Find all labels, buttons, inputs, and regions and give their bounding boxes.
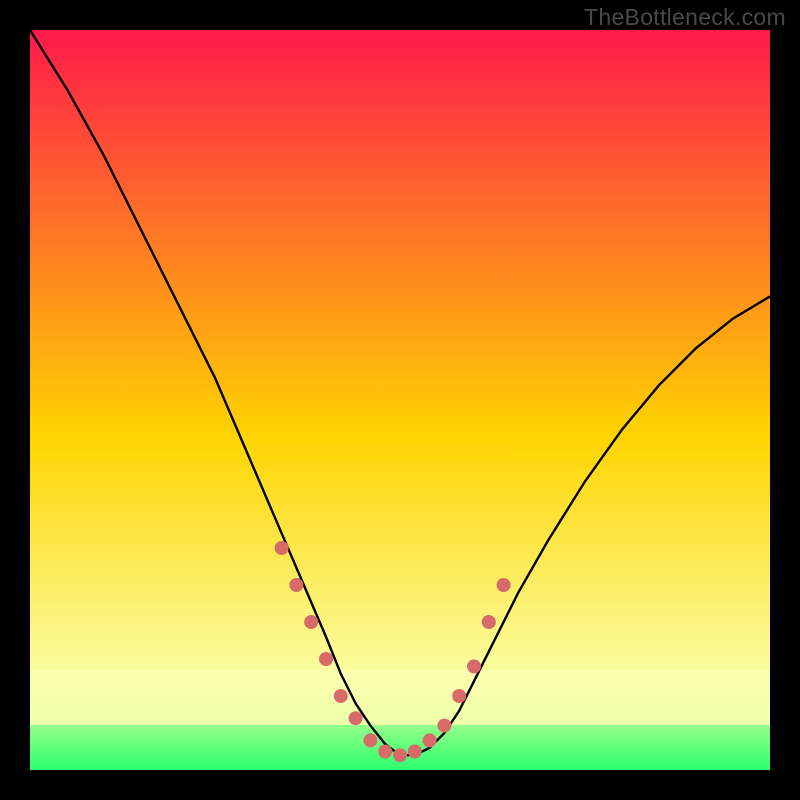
sample-point — [363, 733, 377, 747]
sample-point — [275, 541, 289, 555]
sample-point — [289, 578, 303, 592]
plot-svg — [30, 30, 770, 770]
sample-point — [378, 745, 392, 759]
gradient-background — [30, 30, 770, 770]
sample-point — [319, 652, 333, 666]
sample-point — [408, 745, 422, 759]
sample-point — [497, 578, 511, 592]
sample-point — [482, 615, 496, 629]
sample-point — [304, 615, 318, 629]
sample-point — [452, 689, 466, 703]
sample-point — [437, 719, 451, 733]
sample-point — [467, 659, 481, 673]
sample-point — [423, 733, 437, 747]
yellow-glow-band — [30, 670, 770, 725]
sample-point — [334, 689, 348, 703]
chart-frame — [30, 30, 770, 770]
watermark-text: TheBottleneck.com — [584, 4, 786, 31]
sample-point — [393, 748, 407, 762]
sample-point — [349, 711, 363, 725]
